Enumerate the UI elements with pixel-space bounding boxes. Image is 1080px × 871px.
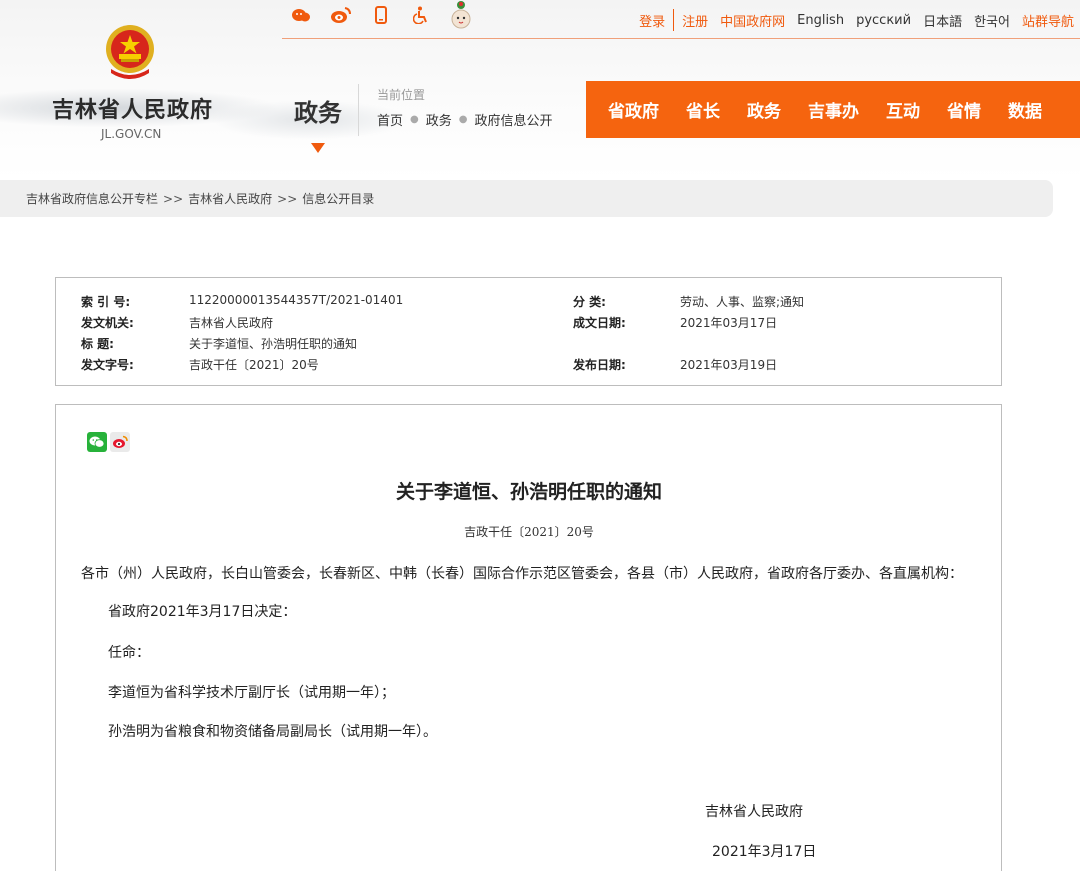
login-link[interactable]: 登录 [639,11,665,30]
nav-item-services[interactable]: 吉事办 [808,97,859,122]
breadcrumb-item-disclosure-column[interactable]: 吉林省政府信息公开专栏 [26,190,158,207]
info-value: 吉林省人民政府 [189,316,274,330]
location-label: 当前位置 [377,88,426,102]
location-crumb-disclosure[interactable]: 政府信息公开 [475,110,553,129]
info-label: 索 引 号: [81,295,131,309]
topbar-divider [282,38,1080,39]
china-gov-link[interactable]: 中国政府网 [720,11,785,30]
breadcrumb-separator: >> [277,191,298,206]
article-paragraph: 李道恒为省科学技术厅副厅长（试用期一年）； [108,685,395,701]
share-bar [87,432,133,452]
site-domain: JL.GOV.CN [101,127,162,141]
site-header: 吉林省人民政府 JL.GOV.CN 政务 当前位置 首页 ● 政务 ● 政府信息… [0,0,1080,180]
article-container [55,404,1002,871]
korean-link[interactable]: 한국어 [974,11,1010,30]
article-paragraph: 省政府2021年3月17日决定： [108,604,297,620]
info-label: 发文机关: [81,316,134,330]
info-label: 分 类: [573,295,606,309]
divider [358,84,359,136]
dot-separator-icon: ● [410,114,419,125]
nav-item-province-gov[interactable]: 省政府 [608,97,659,122]
signature-org: 吉林省人民政府 [705,804,803,820]
document-info-table: 索 引 号: 11220000013544357T/2021-01401 分 类… [55,277,1002,386]
breadcrumb-item-catalog[interactable]: 信息公开目录 [302,190,374,207]
accessibility-icon[interactable] [410,4,432,26]
nav-item-province-info[interactable]: 省情 [947,97,981,122]
location-crumb-home[interactable]: 首页 [377,110,403,129]
mobile-icon[interactable] [370,4,392,26]
info-label: 发布日期: [573,358,626,372]
article-title: 关于李道恒、孙浩明任职的通知 [395,481,662,503]
nav-item-affairs[interactable]: 政务 [747,97,781,122]
article-paragraph: 任命： [108,645,150,661]
info-value: 劳动、人事、监察;通知 [680,295,805,309]
info-value: 吉政干任〔2021〕20号 [189,358,319,372]
russian-link[interactable]: русский [856,13,911,28]
top-icon-bar [290,1,490,29]
breadcrumb-separator: >> [163,191,184,206]
section-arrow-icon [311,143,325,153]
weibo-share-icon[interactable] [110,432,130,452]
breadcrumb: 吉林省政府信息公开专栏 >> 吉林省人民政府 >> 信息公开目录 [0,180,1053,217]
breadcrumb-item-provincial-gov[interactable]: 吉林省人民政府 [188,190,272,207]
info-value: 2021年03月17日 [680,316,778,330]
top-link-bar: 登录 注册 中国政府网 English русский 日本語 한국어 站群导航 [627,9,1074,31]
nav-item-interaction[interactable]: 互动 [886,97,920,122]
location-crumb-affairs[interactable]: 政务 [426,110,452,129]
info-value: 2021年03月19日 [680,358,778,372]
weibo-icon[interactable] [330,4,352,26]
nav-item-governor[interactable]: 省长 [686,97,720,122]
info-label: 标 题: [81,337,114,351]
english-link[interactable]: English [797,13,844,28]
section-title: 政务 [294,99,342,127]
article-addressee: 各市（州）人民政府，长白山管委会，长春新区、中韩（长春）国际合作示范区管委会，各… [81,566,963,582]
info-label: 成文日期: [573,316,626,330]
site-nav-link[interactable]: 站群导航 [1022,11,1074,30]
national-emblem-icon[interactable] [101,23,159,81]
main-nav: 省政府 省长 政务 吉事办 互动 省情 数据 [586,81,1080,138]
weibo-alt-icon[interactable] [290,4,312,26]
site-name[interactable]: 吉林省人民政府 [52,92,213,124]
divider [673,9,675,31]
article-doc-number: 吉政干任〔2021〕20号 [464,525,594,539]
nav-item-data[interactable]: 数据 [1008,97,1042,122]
article-paragraph: 孙浩明为省粮食和物资储备局副局长（试用期一年）。 [108,724,437,740]
japanese-link[interactable]: 日本語 [923,11,962,30]
signature-date: 2021年3月17日 [712,844,817,860]
location-breadcrumb: 首页 ● 政务 ● 政府信息公开 [377,110,553,129]
register-link[interactable]: 注册 [682,11,708,30]
mascot-icon[interactable] [450,1,472,29]
info-value: 关于李道恒、孙浩明任职的通知 [189,337,358,351]
dot-separator-icon: ● [458,114,468,125]
info-value: 11220000013544357T/2021-01401 [189,293,404,307]
wechat-share-icon[interactable] [87,432,107,452]
info-label: 发文字号: [81,358,134,372]
